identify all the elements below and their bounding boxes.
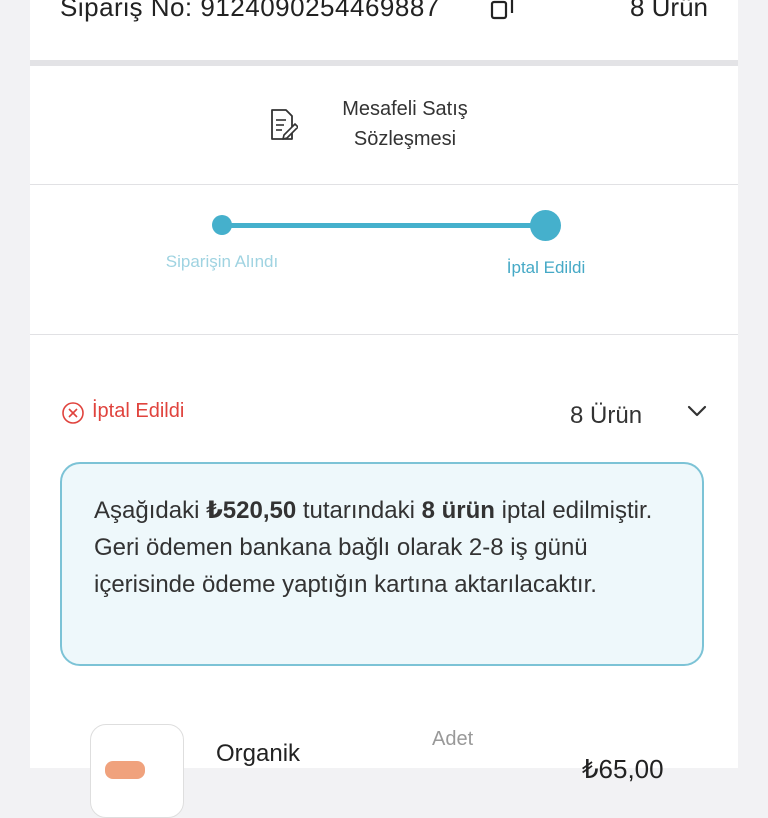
contract-label: Mesafeli Satış Sözleşmesi [342, 98, 468, 150]
copy-icon[interactable] [490, 0, 514, 20]
order-item-count: 8 Ürün [629, 0, 708, 22]
order-number: Sipariş No: 9124090254469887 [60, 0, 440, 22]
progress-step-1-dot [212, 215, 232, 235]
progress-step-2-dot [530, 210, 561, 241]
order-detail-card: Mesafeli Satış Sözleşmesi Siparişin Alın… [30, 66, 738, 768]
progress-line [222, 223, 546, 228]
order-progress: Siparişin Alındı İptal Edildi [30, 184, 738, 335]
order-header-card: Sipariş No: 9124090254469887 8 Ürün [30, 0, 738, 60]
contract-link[interactable]: Mesafeli Satış Sözleşmesi [30, 66, 738, 185]
progress-step-2-label: İptal Edildi [506, 258, 586, 277]
document-edit-icon [271, 109, 298, 140]
progress-step-1-label: Siparişin Alındı [165, 252, 279, 271]
